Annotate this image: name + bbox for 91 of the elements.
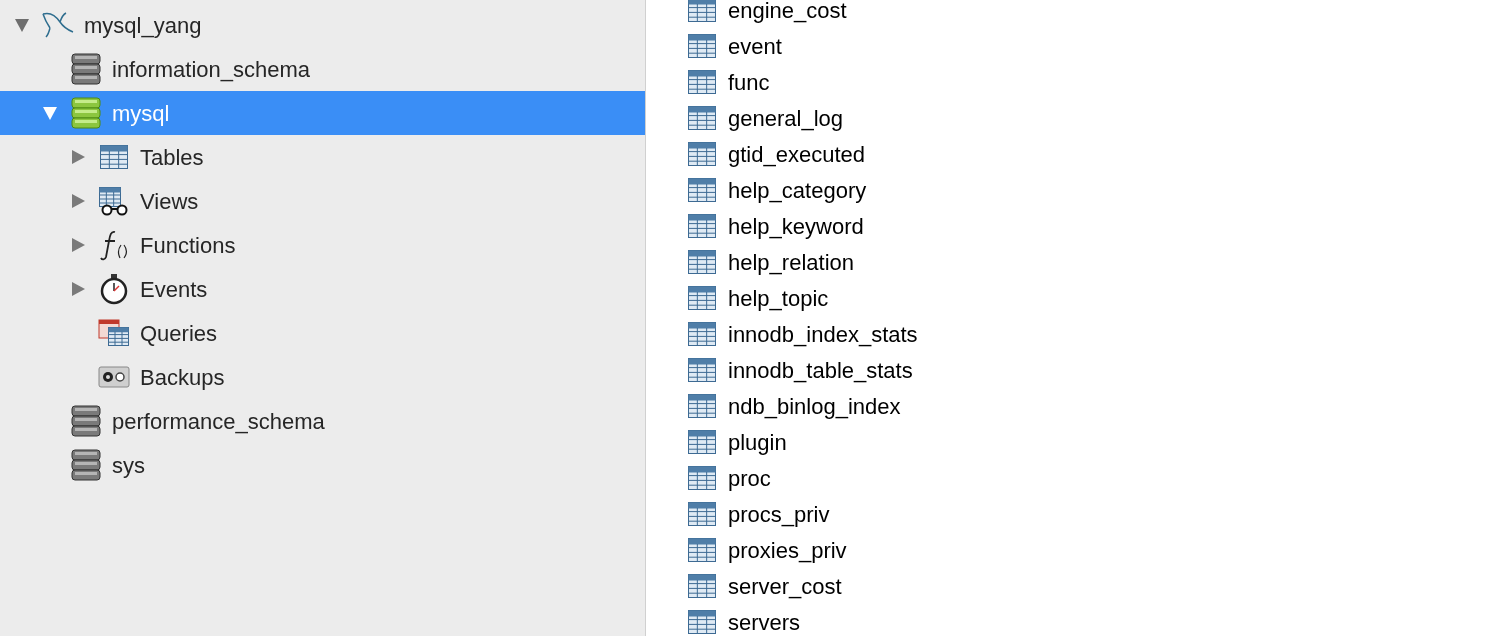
table-name: proxies_priv bbox=[728, 536, 847, 565]
tree-item-label: mysql bbox=[112, 99, 170, 128]
database-icon bbox=[71, 449, 101, 481]
stopwatch-icon bbox=[99, 273, 129, 305]
table-icon bbox=[688, 538, 716, 562]
tree-item-label: mysql_yang bbox=[84, 11, 202, 40]
table-list-item[interactable]: engine_cost bbox=[688, 0, 1488, 28]
table-name: proc bbox=[728, 464, 771, 493]
table-glasses-icon bbox=[98, 186, 130, 216]
tree-item-label: performance_schema bbox=[112, 407, 325, 436]
tree-item[interactable]: performance_schema bbox=[0, 399, 645, 443]
table-icon bbox=[688, 70, 716, 94]
collapsed-triangle-icon[interactable] bbox=[70, 237, 86, 253]
table-name: event bbox=[728, 32, 782, 61]
table-name: ndb_binlog_index bbox=[728, 392, 901, 421]
table-name: engine_cost bbox=[728, 0, 847, 25]
table-name: general_log bbox=[728, 104, 843, 133]
table-list-item[interactable]: help_relation bbox=[688, 244, 1488, 280]
table-icon bbox=[688, 250, 716, 274]
cassette-icon bbox=[98, 366, 130, 388]
table-icon bbox=[688, 574, 716, 598]
table-name: func bbox=[728, 68, 770, 97]
table-icon bbox=[688, 0, 716, 22]
table-name: innodb_index_stats bbox=[728, 320, 918, 349]
table-list-item[interactable]: servers bbox=[688, 604, 1488, 636]
table-icon bbox=[688, 358, 716, 382]
table-list-item[interactable]: help_topic bbox=[688, 280, 1488, 316]
tree-item-label: Views bbox=[140, 187, 199, 216]
tree-item-label: Events bbox=[140, 275, 208, 304]
tree-item[interactable]: Events bbox=[0, 267, 645, 311]
tree-item-label: Queries bbox=[140, 319, 218, 348]
table-name: help_relation bbox=[728, 248, 854, 277]
tree-item-label: Functions bbox=[140, 231, 236, 260]
tree-item[interactable]: information_schema bbox=[0, 47, 645, 91]
table-list-item[interactable]: gtid_executed bbox=[688, 136, 1488, 172]
table-icon bbox=[688, 502, 716, 526]
table-icon bbox=[99, 144, 129, 170]
table-icon bbox=[688, 142, 716, 166]
tree-item[interactable]: Backups bbox=[0, 355, 645, 399]
table-list-item[interactable]: innodb_index_stats bbox=[688, 316, 1488, 352]
tree-item[interactable]: Queries bbox=[0, 311, 645, 355]
table-list-item[interactable]: innodb_table_stats bbox=[688, 352, 1488, 388]
table-list-item[interactable]: procs_priv bbox=[688, 496, 1488, 532]
collapsed-triangle-icon[interactable] bbox=[70, 193, 86, 209]
table-icon bbox=[688, 466, 716, 490]
table-list-item[interactable]: event bbox=[688, 28, 1488, 64]
table-list-item[interactable]: ndb_binlog_index bbox=[688, 388, 1488, 424]
table-list-item[interactable]: server_cost bbox=[688, 568, 1488, 604]
tree-item[interactable]: Views bbox=[0, 179, 645, 223]
table-icon bbox=[688, 286, 716, 310]
table-icon bbox=[688, 178, 716, 202]
database-icon bbox=[71, 53, 101, 85]
table-name: plugin bbox=[728, 428, 787, 457]
collapsed-triangle-icon[interactable] bbox=[70, 281, 86, 297]
function-icon bbox=[99, 229, 129, 261]
table-list-item[interactable]: proc bbox=[688, 460, 1488, 496]
expanded-triangle-icon[interactable] bbox=[42, 105, 58, 121]
table-icon bbox=[688, 430, 716, 454]
table-list-item[interactable]: general_log bbox=[688, 100, 1488, 136]
database-icon bbox=[71, 97, 101, 129]
table-icon bbox=[688, 214, 716, 238]
table-list-item[interactable]: proxies_priv bbox=[688, 532, 1488, 568]
table-name: gtid_executed bbox=[728, 140, 865, 169]
table-icon bbox=[688, 610, 716, 634]
tree-item[interactable]: Tables bbox=[0, 135, 645, 179]
tree-item-label: sys bbox=[112, 451, 145, 480]
table-name: procs_priv bbox=[728, 500, 830, 529]
database-icon bbox=[71, 405, 101, 437]
table-name: server_cost bbox=[728, 572, 842, 601]
table-name: help_category bbox=[728, 176, 867, 205]
collapsed-triangle-icon[interactable] bbox=[70, 149, 86, 165]
table-name: help_keyword bbox=[728, 212, 864, 241]
table-icon bbox=[688, 394, 716, 418]
table-icon bbox=[688, 322, 716, 346]
table-list-item[interactable]: plugin bbox=[688, 424, 1488, 460]
table-icon bbox=[688, 106, 716, 130]
expanded-triangle-icon[interactable] bbox=[14, 17, 30, 33]
tree-item-label: Backups bbox=[140, 363, 225, 392]
table-list-item[interactable]: func bbox=[688, 64, 1488, 100]
table-name: servers bbox=[728, 608, 801, 636]
table-icon bbox=[688, 34, 716, 58]
table-list-item[interactable]: help_category bbox=[688, 172, 1488, 208]
table-name: help_topic bbox=[728, 284, 829, 313]
tree-item-label: information_schema bbox=[112, 55, 311, 84]
table-name: innodb_table_stats bbox=[728, 356, 913, 385]
table-list-item[interactable]: help_keyword bbox=[688, 208, 1488, 244]
tree-item-label: Tables bbox=[140, 143, 204, 172]
tree-item[interactable]: mysql_yang bbox=[0, 3, 645, 47]
tables-icon bbox=[98, 319, 130, 347]
tree-item[interactable]: sys bbox=[0, 443, 645, 487]
tree-item[interactable]: Functions bbox=[0, 223, 645, 267]
